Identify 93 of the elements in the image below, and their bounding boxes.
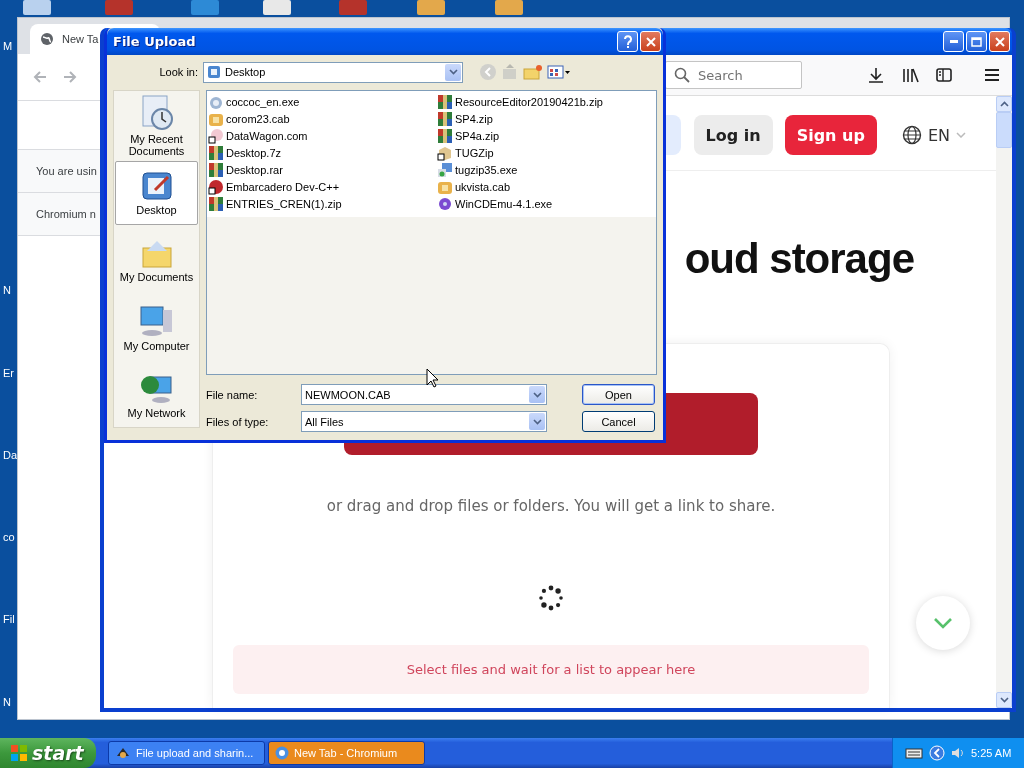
desktop-icon-label: Da: [3, 449, 18, 461]
cancel-button[interactable]: Cancel: [582, 411, 655, 432]
places-item[interactable]: My Computer: [115, 295, 198, 360]
archive-icon: [437, 127, 453, 144]
view-menu-icon[interactable]: [547, 64, 571, 80]
chevron-down-icon: [933, 617, 953, 629]
desktop-icon: [140, 170, 173, 203]
scroll-thumb[interactable]: [996, 112, 1012, 148]
desktop-icon-label: M: [3, 40, 13, 52]
drop-hint: or drag and drop files or folders. You will get a link to share.: [326, 497, 776, 515]
file-name-label: File name:: [206, 388, 259, 401]
close-icon: [645, 36, 656, 47]
signup-button[interactable]: Sign up: [784, 115, 877, 155]
desktop-icon-label: co: [3, 531, 15, 543]
taskbar-button[interactable]: File upload and sharin...: [108, 741, 265, 765]
close-icon: [994, 36, 1005, 47]
new-folder-icon[interactable]: [523, 63, 543, 81]
file-item[interactable]: Embarcadero Dev-C++: [208, 178, 437, 195]
maximize-button[interactable]: [966, 31, 987, 52]
file-item[interactable]: ResourceEditor20190421b.zip: [437, 93, 656, 110]
help-icon: [622, 35, 633, 48]
desktop-shortcut-icon[interactable]: [494, 0, 524, 16]
file-item[interactable]: ENTRIES_CREN(1).zip: [208, 195, 437, 212]
maximize-icon: [971, 36, 982, 47]
login-button[interactable]: Log in: [693, 115, 773, 155]
speaker-icon[interactable]: [951, 746, 965, 760]
file-item[interactable]: SP4.zip: [437, 110, 656, 127]
open-button[interactable]: Open: [582, 384, 655, 405]
help-button[interactable]: [617, 31, 638, 52]
desktop-icon-label: Er: [3, 367, 14, 379]
file-item[interactable]: coccoc_en.exe: [208, 93, 437, 110]
clock: 5:25 AM: [971, 747, 1012, 759]
caret-icon: [448, 69, 458, 75]
caret-icon: [532, 391, 542, 398]
look-in-label: Look in:: [158, 66, 199, 78]
expand-tray-icon[interactable]: [929, 745, 945, 761]
shortcut-icon: [208, 127, 224, 144]
empty-list-message: Select files and wait for a list to appear here: [233, 645, 869, 694]
file-item[interactable]: SP4a.zip: [437, 127, 656, 144]
file-item[interactable]: WinCDEmu-4.1.exe: [437, 195, 656, 212]
search-field[interactable]: Search: [665, 61, 802, 89]
file-name-field[interactable]: NEWMOON.CAB: [301, 384, 547, 405]
pointer-icon: [426, 368, 439, 388]
desktop-shortcut-icon[interactable]: [262, 0, 292, 16]
archive-icon: [437, 110, 453, 127]
globe-icon: [901, 125, 922, 145]
computer-icon: [138, 303, 175, 338]
file-type-label: Files of type:: [206, 415, 270, 428]
close-button[interactable]: [989, 31, 1010, 52]
archive-icon: [208, 161, 224, 178]
desktop-icon: [207, 65, 221, 79]
desktop-shortcut-icon[interactable]: [416, 0, 446, 16]
places-item[interactable]: My Network: [115, 362, 198, 427]
file-item[interactable]: DataWagon.com: [208, 127, 437, 144]
close-button[interactable]: [640, 31, 661, 52]
page-heading: oud storage: [684, 234, 914, 284]
places-item[interactable]: Desktop: [115, 161, 198, 226]
keyboard-icon[interactable]: [905, 747, 923, 759]
caret-up-icon: [999, 101, 1009, 107]
box-icon: [437, 144, 453, 161]
scroll-up-button[interactable]: [996, 96, 1012, 112]
start-button[interactable]: start: [0, 738, 96, 768]
installer-icon: [437, 161, 453, 178]
desktop-icon-label: N: [3, 284, 11, 296]
app-icon: [115, 746, 131, 760]
search-icon: [674, 67, 690, 83]
archive-icon: [437, 93, 453, 110]
windows-logo-icon: [10, 744, 28, 762]
minimize-icon: [949, 40, 958, 43]
caret-icon: [999, 697, 1009, 703]
browser-icon: [275, 746, 289, 760]
spinner-icon: [538, 585, 564, 611]
file-item[interactable]: Desktop.rar: [208, 161, 437, 178]
disc-icon: [437, 195, 453, 212]
chevron-icon: [956, 132, 966, 138]
clock-document-icon: [139, 95, 174, 132]
places-item[interactable]: My Documents: [115, 228, 198, 293]
scrollbar[interactable]: [996, 96, 1012, 708]
archive-icon: [208, 195, 224, 212]
look-in-dropdown[interactable]: Desktop: [203, 61, 463, 83]
desktop-icon-label: N: [3, 696, 11, 708]
desktop-shortcut-icon[interactable]: [22, 0, 52, 16]
minimize-button[interactable]: [943, 31, 964, 52]
caret-icon: [532, 418, 542, 425]
globe-icon: [40, 32, 54, 46]
file-item[interactable]: tugzip35.exe: [437, 161, 656, 178]
desktop-icon-label: Fil: [3, 613, 15, 625]
folder-icon: [140, 238, 173, 269]
file-type-dropdown[interactable]: All Files: [301, 411, 547, 432]
file-item[interactable]: ukvista.cab: [437, 178, 656, 195]
file-item[interactable]: corom23.cab: [208, 110, 437, 127]
dev-icon: [208, 178, 224, 195]
archive-icon: [208, 144, 224, 161]
